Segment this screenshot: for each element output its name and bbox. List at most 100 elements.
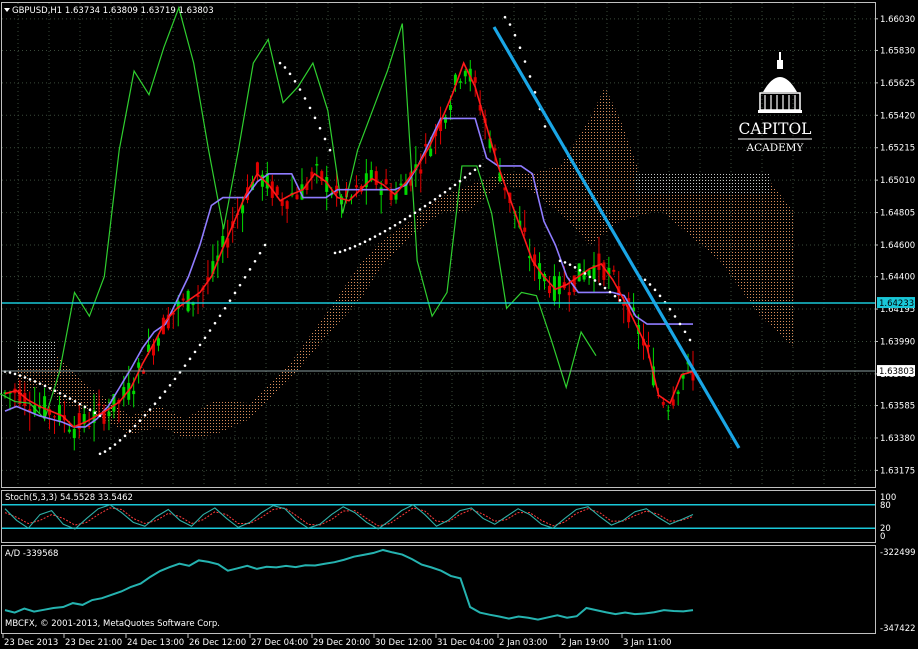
psar-dot xyxy=(453,183,457,187)
candle-body xyxy=(137,362,141,368)
time-tick-label: 29 Dec 20:00 xyxy=(313,638,370,648)
psar-dot xyxy=(18,374,22,377)
candle-body xyxy=(255,162,259,174)
candle-body xyxy=(23,393,27,407)
symbol-title: GBPUSD,H1 1.63734 1.63809 1.63719 1.6380… xyxy=(12,6,214,16)
candle-body xyxy=(661,402,665,405)
stoch-title: Stoch(5,3,3) 54.5528 33.5462 xyxy=(5,493,133,503)
trading-chart: GBPUSD,H1 1.63734 1.63809 1.63719 1.6380… xyxy=(0,0,918,649)
psar-dot xyxy=(448,187,452,190)
psar-dot xyxy=(543,125,547,128)
psar-dot xyxy=(673,315,677,318)
psar-dot xyxy=(8,371,12,374)
psar-dot xyxy=(113,443,117,446)
time-tick-label: 2 Jan 19:00 xyxy=(561,638,609,648)
psar-dot xyxy=(413,211,417,215)
candle-body xyxy=(389,192,393,200)
copyright-text: MBCFX, © 2001-2013, MetaQuotes Software … xyxy=(5,619,220,629)
svg-text:1.64233: 1.64233 xyxy=(879,299,914,309)
time-tick-label: 26 Dec 12:00 xyxy=(189,638,246,648)
psar-dot xyxy=(503,15,507,19)
psar-dot xyxy=(73,400,77,403)
psar-dot xyxy=(373,235,377,238)
candle-body xyxy=(241,205,245,214)
psar-dot xyxy=(168,383,172,387)
psar-dot xyxy=(458,179,462,183)
psar-dot xyxy=(653,288,657,292)
psar-dot xyxy=(478,164,482,168)
psar-dot xyxy=(613,294,617,298)
ad-title: A/D -339568 xyxy=(5,549,58,559)
candle-body xyxy=(52,416,56,418)
psar-dot xyxy=(518,46,522,50)
psar-dot xyxy=(208,329,212,332)
candle-body xyxy=(547,285,551,294)
psar-dot xyxy=(173,377,177,381)
psar-dot xyxy=(163,390,167,393)
psar-dot xyxy=(293,79,297,83)
psar-dot xyxy=(353,244,357,248)
time-tick-label: 23 Dec 21:00 xyxy=(65,638,122,648)
candle-body xyxy=(285,201,289,209)
price-tick-label: 1.65215 xyxy=(880,144,915,154)
psar-dot xyxy=(363,240,367,243)
candle-body xyxy=(676,391,680,394)
psar-dot xyxy=(573,266,577,269)
psar-dot xyxy=(643,278,647,282)
candle-body xyxy=(379,187,383,196)
price-tick-label: 1.63175 xyxy=(880,466,915,476)
psar-dot xyxy=(263,243,267,247)
candle-body xyxy=(315,164,319,166)
candle-body xyxy=(597,253,601,270)
psar-dot xyxy=(398,220,402,224)
psar-dot xyxy=(328,148,332,152)
psar-dot xyxy=(123,434,127,438)
psar-dot xyxy=(128,429,132,433)
psar-dot xyxy=(103,450,107,453)
psar-dot xyxy=(158,396,162,400)
psar-dot xyxy=(318,126,322,130)
time-tick-label: 30 Dec 12:00 xyxy=(375,638,432,648)
psar-dot xyxy=(343,248,347,252)
ad-tick-label: -347422 xyxy=(880,624,916,634)
svg-text:1.63803: 1.63803 xyxy=(879,367,914,377)
psar-dot xyxy=(438,194,442,198)
psar-dot xyxy=(303,97,307,100)
candle-body xyxy=(354,185,358,188)
logo-line1: CAPITOL xyxy=(739,120,812,138)
candle-body xyxy=(87,425,91,427)
psar-dot xyxy=(588,275,592,279)
psar-dot xyxy=(308,106,312,110)
psar-dot xyxy=(578,268,582,272)
candle-body xyxy=(429,148,433,157)
psar-dot xyxy=(108,447,112,450)
price-tick-label: 1.63380 xyxy=(880,434,915,444)
logo-line2: ACADEMY xyxy=(746,142,805,154)
psar-dot xyxy=(198,343,202,347)
candle-body xyxy=(458,81,462,83)
candle-body xyxy=(43,396,47,417)
psar-dot xyxy=(33,380,37,383)
resistance-price-badge: 1.64233 xyxy=(877,297,915,309)
psar-dot xyxy=(338,250,342,254)
psar-dot xyxy=(298,88,302,91)
psar-dot xyxy=(383,229,387,233)
time-tick-label: 27 Dec 04:00 xyxy=(251,638,308,648)
candle-body xyxy=(523,227,527,232)
psar-dot xyxy=(393,223,397,227)
candle-body xyxy=(666,410,670,412)
psar-dot xyxy=(203,336,207,340)
candle-body xyxy=(275,186,279,195)
psar-dot xyxy=(118,439,122,442)
psar-dot xyxy=(138,419,142,422)
time-tick-label: 3 Jan 11:00 xyxy=(623,638,671,648)
psar-dot xyxy=(603,286,607,290)
psar-dot xyxy=(133,424,137,428)
psar-dot xyxy=(88,408,92,412)
candle-body xyxy=(374,171,378,185)
stoch-tick-label: 80 xyxy=(880,501,891,511)
psar-dot xyxy=(188,357,192,361)
candle-body xyxy=(295,194,299,200)
psar-dot xyxy=(323,137,327,141)
psar-dot xyxy=(618,299,622,302)
